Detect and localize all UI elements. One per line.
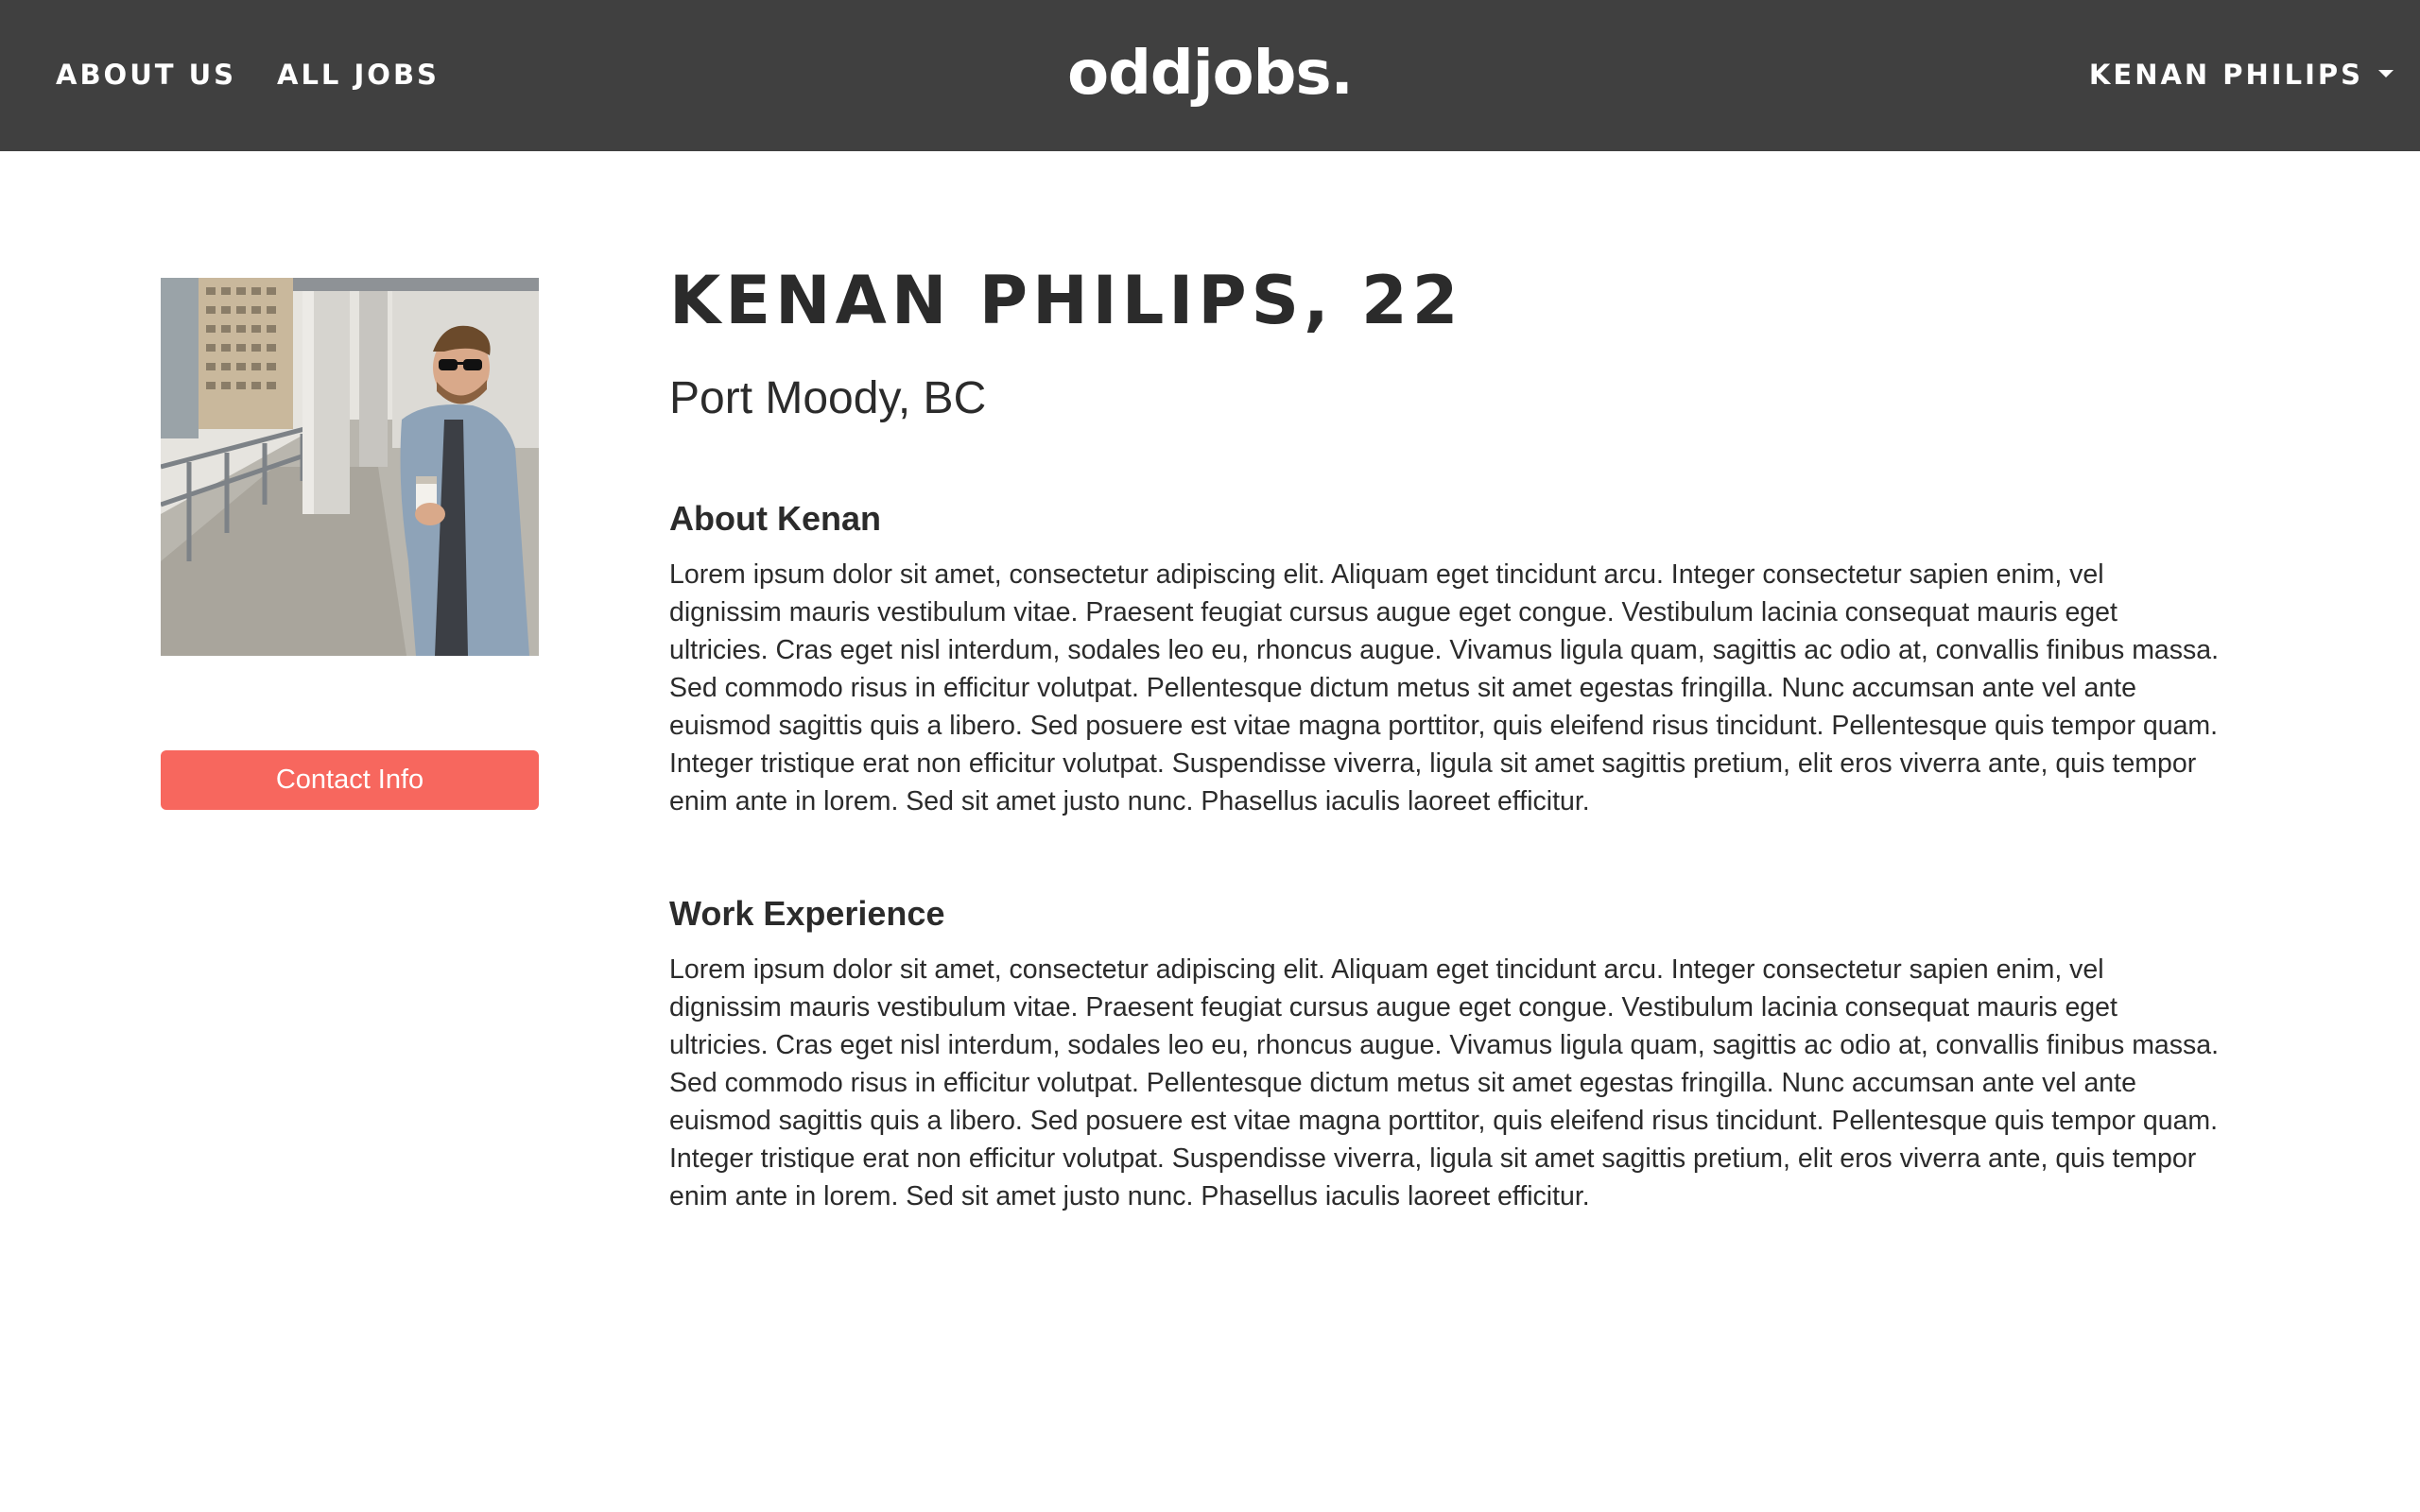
chevron-down-icon xyxy=(2378,70,2394,77)
user-menu-label: KENAN PHILIPS xyxy=(2088,59,2363,91)
contact-info-button[interactable]: Contact Info xyxy=(161,750,539,810)
about-body-text: Lorem ipsum dolor sit amet, consectetur … xyxy=(669,559,2220,816)
top-navbar: ABOUT US ALL JOBS oddjobs. KENAN PHILIPS xyxy=(0,0,2420,151)
work-experience-heading: Work Experience xyxy=(669,894,945,933)
about-heading: About Kenan xyxy=(669,499,881,538)
user-menu-dropdown[interactable]: KENAN PHILIPS xyxy=(2089,55,2394,94)
oddjobs-logo[interactable]: oddjobs. xyxy=(0,34,2420,113)
profile-name-title: KENAN PHILIPS, 22 xyxy=(669,262,1463,339)
profile-photo xyxy=(161,278,539,656)
profile-location: Port Moody, BC xyxy=(669,373,987,423)
work-experience-body-text: Lorem ipsum dolor sit amet, consectetur … xyxy=(669,954,2220,1211)
